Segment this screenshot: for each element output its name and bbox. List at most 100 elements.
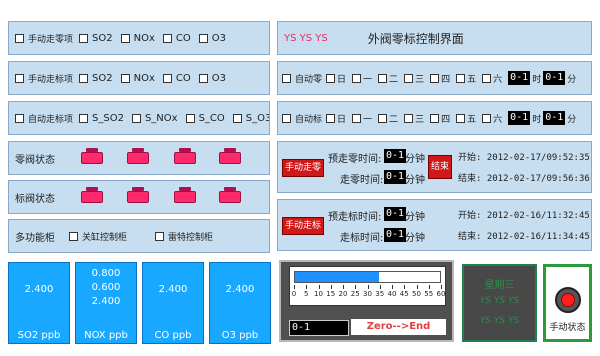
auto_span-day-checkbox-1[interactable] <box>352 113 362 123</box>
span-valve-label: 标阀状态 <box>15 193 55 205</box>
end-button[interactable]: 结束 <box>428 155 452 179</box>
auto-zero-minute-field[interactable]: 0-1 <box>543 71 566 85</box>
scale-tick-label: 55 <box>424 290 434 298</box>
zero-valve-4-icon <box>219 148 241 164</box>
auto_zero-day-label-0: 日 <box>337 74 347 85</box>
auto_zero-day-label-5: 五 <box>467 74 477 85</box>
span-valve-3-icon <box>174 187 196 203</box>
row3-checkbox-3[interactable] <box>185 113 195 123</box>
span-valve-2-icon <box>127 187 149 203</box>
multi-function-panel: 多功能柜 关缸控制柜 雷特控制柜 <box>8 219 270 253</box>
row1-label-2: NOx <box>133 32 155 44</box>
scale-tick <box>306 285 308 289</box>
auto-span-minute-field[interactable]: 0-1 <box>543 111 566 125</box>
manual-state-label: 手动状态 <box>549 323 586 333</box>
zero-time-field[interactable]: 0-1 <box>384 170 407 184</box>
row3-checkbox-4[interactable] <box>232 113 242 123</box>
row2-checkbox-2[interactable] <box>120 73 130 83</box>
progress-bar-fill <box>295 272 380 282</box>
auto-zero-hour-field[interactable]: 0-1 <box>508 71 531 85</box>
auto-zero-checkbox[interactable] <box>282 73 291 83</box>
auto-span-hour-field[interactable]: 0-1 <box>508 111 531 125</box>
auto_span-day-checkbox-6[interactable] <box>482 113 492 123</box>
scale-tick-label: 40 <box>387 290 397 298</box>
row2-label-0: 手动走标项 <box>28 74 74 85</box>
auto_span-day-checkbox-3[interactable] <box>404 113 414 123</box>
span-end-time: 结束: 2012-02-16/11:34:45 <box>458 232 590 242</box>
page-title: 外阀零标控制界面 <box>367 31 464 46</box>
cabinet-2-checkbox[interactable] <box>155 231 165 241</box>
auto-span-items-panel: 自动走标项 S_SO2 S_NOx S_CO S_O3 <box>8 101 270 135</box>
row1-checkbox-4[interactable] <box>198 33 208 43</box>
row3-checkbox-0[interactable] <box>15 113 24 123</box>
auto_zero-day-checkbox-0[interactable] <box>326 73 336 83</box>
clock-ys-2: YS YS YS <box>479 316 520 326</box>
row2-checkbox-4[interactable] <box>198 73 208 83</box>
pre-span-time-field[interactable]: 0-1 <box>384 207 407 221</box>
manual-span-button[interactable]: 手动走标 <box>282 217 324 235</box>
zero-valve-panel: 零阀状态 <box>8 141 270 175</box>
scale-tick <box>355 285 357 289</box>
pre-zero-time-label: 预走零时间: <box>328 154 382 165</box>
sensor-value: 2.400 <box>24 284 54 295</box>
scale-tick-label: 30 <box>363 290 372 298</box>
auto-span-panel: 自动标 日 一 二 三 四 五 六 0-1 时 0-1 分 <box>277 101 592 135</box>
zero-valve-2-icon <box>127 148 149 164</box>
row2-checkbox-3[interactable] <box>162 73 172 83</box>
row3-label-4: S_O3 <box>245 112 269 124</box>
progress-track: 0 5 10 15 20 25 30 35 40 45 50 55 60 <box>289 266 446 306</box>
clock-panel: 星期三 YS YS YS YS YS YS <box>462 264 537 342</box>
auto_span-day-checkbox-5[interactable] <box>456 113 466 123</box>
auto-zero-panel: 自动零 日 一 二 三 四 五 六 0-1 时 0-1 分 <box>277 61 592 95</box>
scale-tick-label: 20 <box>338 290 348 298</box>
scale-tick <box>404 285 406 289</box>
auto_zero-day-checkbox-1[interactable] <box>352 73 362 83</box>
auto_zero-day-checkbox-5[interactable] <box>456 73 466 83</box>
row1-checkbox-2[interactable] <box>120 33 130 43</box>
span-time-field[interactable]: 0-1 <box>384 228 407 242</box>
manual-state-panel[interactable]: 手动状态 <box>543 264 592 342</box>
auto_zero-day-label-1: 一 <box>363 74 373 85</box>
progress-field[interactable]: 0-1 <box>289 320 349 336</box>
auto_zero-day-checkbox-4[interactable] <box>430 73 440 83</box>
manual-zero-button[interactable]: 手动走零 <box>282 159 324 177</box>
row2-label-3: CO <box>175 72 191 84</box>
auto_zero-day-checkbox-6[interactable] <box>482 73 492 83</box>
auto_span-day-label-3: 三 <box>415 114 425 125</box>
span-valve-4-icon <box>219 187 241 203</box>
scale-tick <box>392 285 393 289</box>
zero-valve-1-icon <box>81 148 103 164</box>
row2-checkbox-1[interactable] <box>79 73 89 83</box>
row3-checkbox-2[interactable] <box>131 113 141 123</box>
sensor-box-3: 2.400 O3 ppb <box>209 262 271 344</box>
span-valve-panel: 标阀状态 <box>8 180 270 214</box>
auto_zero-day-checkbox-3[interactable] <box>404 73 414 83</box>
auto_span-day-checkbox-2[interactable] <box>378 113 388 123</box>
span-time-unit: 分钟 <box>405 233 425 244</box>
auto_zero-day-label-6: 六 <box>493 74 503 85</box>
auto-span-label: 自动标 <box>295 114 323 125</box>
sensor-unit: NOX ppb <box>84 330 128 341</box>
row3-checkbox-1[interactable] <box>79 113 89 123</box>
scale-tick-label: 0 <box>291 290 297 298</box>
cabinet-1-checkbox[interactable] <box>69 231 78 241</box>
row2-label-4: O3 <box>211 72 226 84</box>
row1-checkbox-0[interactable] <box>15 33 24 43</box>
emergency-button-icon[interactable] <box>555 287 581 313</box>
auto-span-checkbox[interactable] <box>282 113 291 123</box>
auto_zero-day-checkbox-2[interactable] <box>378 73 388 83</box>
scale-tick-label: 25 <box>350 290 360 298</box>
pre-span-time-unit: 分钟 <box>405 212 425 223</box>
auto-span-minute-unit: 分 <box>567 114 577 125</box>
pre-zero-time-field[interactable]: 0-1 <box>384 149 407 163</box>
sensor-box-0: 2.400 SO2 ppb <box>8 262 70 344</box>
auto_span-day-checkbox-0[interactable] <box>326 113 336 123</box>
weekday-label: 星期三 <box>484 280 515 291</box>
auto_span-day-checkbox-4[interactable] <box>430 113 440 123</box>
title-panel: YS YS YS 外阀零标控制界面 <box>277 21 592 55</box>
sensor-unit: SO2 ppb <box>17 330 61 341</box>
row1-checkbox-1[interactable] <box>79 33 89 43</box>
row1-checkbox-3[interactable] <box>162 33 172 43</box>
sensor-unit: O3 ppb <box>221 330 259 341</box>
row2-checkbox-0[interactable] <box>15 73 24 83</box>
